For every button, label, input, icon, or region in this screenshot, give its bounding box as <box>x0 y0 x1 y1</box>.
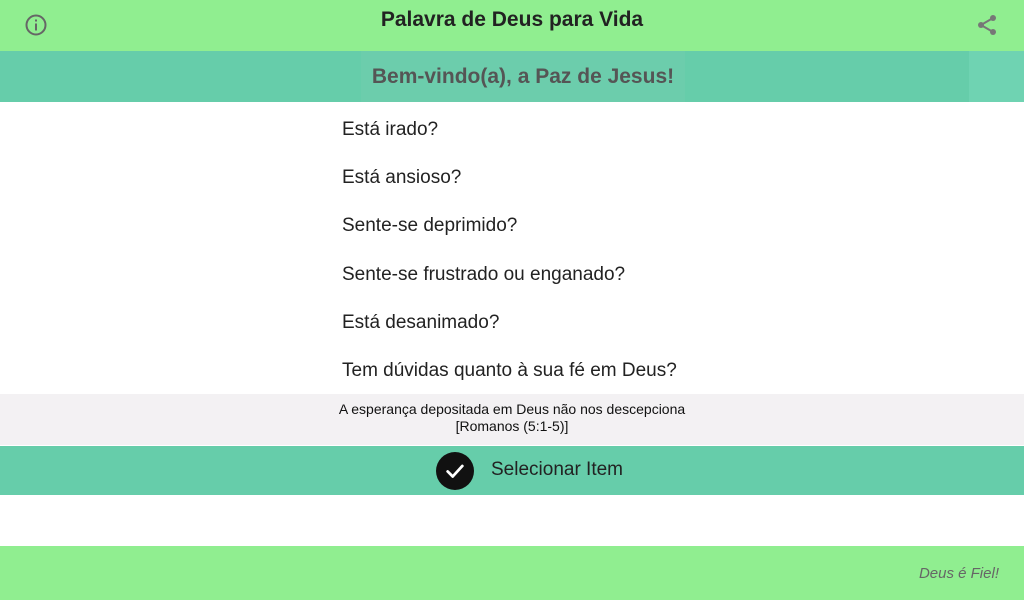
welcome-text: Bem-vindo(a), a Paz de Jesus! <box>361 51 685 102</box>
verse-reference: [Romanos (5:1-5)] <box>455 418 569 434</box>
question-list: Está irado? Está ansioso? Sente-se depri… <box>342 108 677 397</box>
question-item[interactable]: Está desanimado? <box>342 301 677 349</box>
app-screen: Palavra de Deus para Vida Bem-vindo(a), … <box>0 0 1024 600</box>
question-item[interactable]: Sente-se deprimido? <box>342 204 677 252</box>
select-item-button[interactable]: Selecionar Item <box>0 446 1024 495</box>
verse-text: A esperança depositada em Deus não nos d… <box>338 401 686 417</box>
app-bar: Palavra de Deus para Vida <box>0 0 1024 51</box>
verse-panel: A esperança depositada em Deus não nos d… <box>0 394 1024 445</box>
select-item-label: Selecionar Item <box>491 459 624 480</box>
welcome-banner: Bem-vindo(a), a Paz de Jesus! <box>0 51 1024 102</box>
check-circle-icon <box>436 452 474 490</box>
app-title: Palavra de Deus para Vida <box>380 8 644 31</box>
question-item[interactable]: Sente-se frustrado ou enganado? <box>342 253 677 301</box>
footer-text: Deus é Fiel! <box>918 565 999 582</box>
footer-bar: Deus é Fiel! <box>0 546 1024 600</box>
question-item[interactable]: Está ansioso? <box>342 156 677 204</box>
share-button[interactable] <box>974 12 1000 38</box>
welcome-banner-edge <box>969 51 1024 102</box>
question-item[interactable]: Está irado? <box>342 108 677 156</box>
question-item[interactable]: Tem dúvidas quanto à sua fé em Deus? <box>342 349 677 397</box>
share-icon <box>978 15 996 35</box>
